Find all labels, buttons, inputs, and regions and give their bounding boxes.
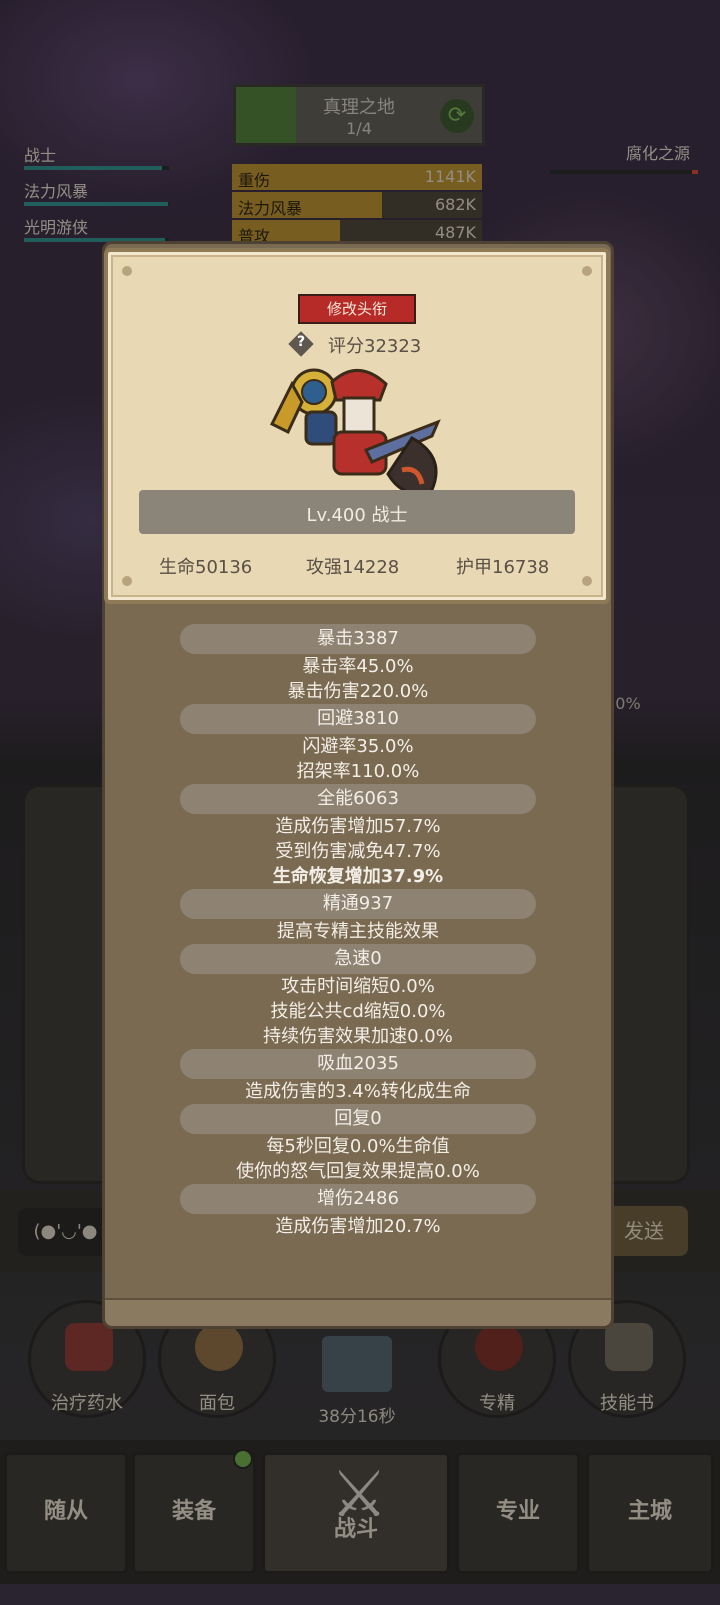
stat-line: 生命恢复增加37.9% xyxy=(272,866,444,887)
stat-line: 造成伤害的3.4%转化成生命 xyxy=(245,1081,471,1102)
warrior-avatar xyxy=(269,368,441,497)
stat-line: 招架率110.0% xyxy=(296,761,420,782)
stat-line: 攻击时间缩短0.0% xyxy=(281,976,435,997)
stat-header-lifesteal: 吸血2035 xyxy=(180,1049,536,1079)
hp-stat: 生命50136 xyxy=(159,557,253,578)
stat-header-regen: 回复0 xyxy=(180,1104,536,1134)
stat-line: 造成伤害增加20.7% xyxy=(275,1216,441,1237)
stat-line: 暴击率45.0% xyxy=(302,656,414,677)
stat-line: 造成伤害增加57.7% xyxy=(275,816,441,837)
stat-header-avoidance: 回避3810 xyxy=(180,704,536,734)
stat-header-versatility: 全能6063 xyxy=(180,784,536,814)
stat-line: 提高专精主技能效果 xyxy=(277,921,439,942)
dialog-footer xyxy=(105,1298,611,1326)
level-class-bar: Lv.400 战士 xyxy=(139,490,575,534)
stat-header-damage-bonus: 增伤2486 xyxy=(180,1184,536,1214)
stat-line: 受到伤害减免47.7% xyxy=(275,841,441,862)
level-class-label: Lv.400 战士 xyxy=(306,505,408,526)
stat-line: 闪避率35.0% xyxy=(302,736,414,757)
stat-line: 每5秒回复0.0%生命值 xyxy=(266,1136,450,1157)
armor-stat: 护甲16738 xyxy=(456,557,550,578)
stats-list: 暴击3387 暴击率45.0% 暴击伤害220.0% 回避3810 闪避率35.… xyxy=(102,624,614,1239)
edit-title-button[interactable]: 修改头衔 xyxy=(298,294,416,324)
stat-header-mastery: 精通937 xyxy=(180,889,536,919)
stat-line: 技能公共cd缩短0.0% xyxy=(270,1001,446,1022)
stat-line: 暴击伤害220.0% xyxy=(287,681,429,702)
stat-header-haste: 急速0 xyxy=(180,944,536,974)
help-icon[interactable]: ? xyxy=(288,331,314,357)
stat-line: 持续伤害效果加速0.0% xyxy=(263,1026,453,1047)
score-value: 评分32323 xyxy=(328,336,422,357)
stat-header-crit: 暴击3387 xyxy=(180,624,536,654)
stat-line: 使你的怒气回复效果提高0.0% xyxy=(236,1161,480,1182)
attack-stat: 攻强14228 xyxy=(306,557,400,578)
